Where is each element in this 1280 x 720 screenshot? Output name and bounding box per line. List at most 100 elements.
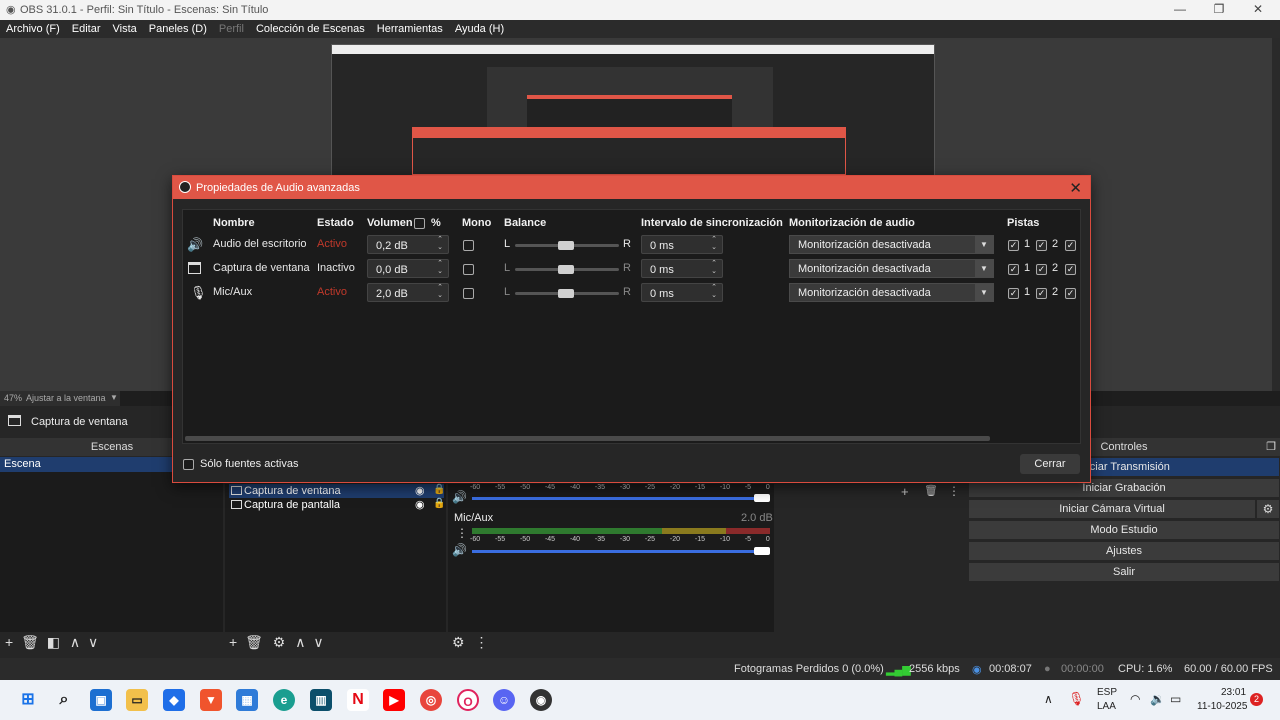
menu-editar[interactable]: Editar — [72, 23, 101, 35]
lock-icon[interactable]: 🔒 — [433, 498, 445, 509]
app-icon[interactable]: ▥ — [310, 689, 332, 711]
balance-knob[interactable] — [558, 289, 574, 298]
track2-checkbox[interactable]: ✓ — [1036, 288, 1047, 299]
wifi-icon[interactable]: ◠ — [1130, 692, 1140, 706]
search-icon[interactable]: ⌕ — [53, 689, 75, 711]
opera-icon[interactable]: O — [457, 689, 479, 711]
youtube-icon[interactable]: ▶ — [383, 689, 405, 711]
dropbox-icon[interactable]: ◆ — [163, 689, 185, 711]
more-icon[interactable]: ⋮ — [474, 634, 488, 650]
notification-badge[interactable]: 2 — [1250, 693, 1263, 706]
start-virtual-camera-button[interactable]: Iniciar Cámara Virtual — [969, 500, 1255, 518]
horizontal-scrollbar[interactable] — [185, 436, 990, 441]
volume-knob[interactable] — [754, 547, 770, 555]
close-window-button[interactable]: ✕ — [1243, 2, 1273, 16]
eye-icon[interactable]: ◉ — [415, 484, 425, 497]
move-up-icon[interactable]: ∧ — [70, 634, 80, 650]
source-item[interactable]: Captura de pantalla ◉ 🔒 — [229, 498, 445, 512]
lock-icon[interactable]: 🔒 — [433, 484, 445, 495]
track2-checkbox[interactable]: ✓ — [1036, 264, 1047, 275]
obs-taskbar-icon[interactable]: ◉ — [530, 689, 552, 711]
store-icon[interactable]: ▦ — [236, 689, 258, 711]
volume-percent-checkbox[interactable] — [414, 218, 425, 229]
gear-icon[interactable]: ⚙ — [1257, 500, 1279, 518]
trash-icon[interactable]: 🗑 — [21, 634, 39, 650]
undock-icon[interactable]: ❐ — [1266, 438, 1276, 456]
menu-ayuda[interactable]: Ayuda (H) — [455, 23, 504, 35]
move-down-icon[interactable]: ∨ — [313, 634, 323, 650]
windows-start-icon[interactable]: ⊞ — [17, 689, 39, 711]
trash-icon[interactable]: 🗑 — [924, 484, 938, 497]
volume-slider[interactable] — [472, 497, 762, 500]
filter-icon[interactable]: ◧ — [47, 634, 60, 650]
source-item-selected[interactable]: Captura de ventana ◉ 🔒 — [229, 484, 445, 498]
add-icon[interactable]: + — [5, 634, 13, 650]
more-icon[interactable]: ⋮ — [456, 526, 468, 540]
file-explorer-icon[interactable]: ▭ — [126, 689, 148, 711]
lang-layout[interactable]: LAA — [1097, 701, 1116, 712]
gear-icon[interactable]: ⚙ — [273, 634, 286, 650]
balance-knob[interactable] — [558, 241, 574, 250]
maximize-button[interactable]: ❐ — [1204, 2, 1234, 16]
volume-spinbox[interactable]: 2,0 dB ⌃ ⌄ — [367, 283, 449, 302]
volume-spinbox[interactable]: 0,2 dB ⌃ ⌄ — [367, 235, 449, 254]
volume-spinbox[interactable]: 0,0 dB ⌃ ⌄ — [367, 259, 449, 278]
monitoring-dropdown[interactable]: Monitorización desactivada ▼ — [789, 235, 994, 254]
active-only-checkbox[interactable] — [183, 459, 194, 470]
menu-perfil[interactable]: Perfil — [219, 23, 244, 35]
move-up-icon[interactable]: ∧ — [295, 634, 305, 650]
zoom-selector[interactable]: 47% Ajustar a la ventana ▼ — [0, 391, 120, 406]
track3-checkbox[interactable]: ✓ — [1065, 288, 1076, 299]
gear-icon[interactable]: ⚙ — [452, 634, 465, 650]
balance-knob[interactable] — [558, 265, 574, 274]
settings-button[interactable]: Ajustes — [969, 542, 1279, 560]
mono-checkbox[interactable] — [463, 240, 474, 251]
track1-checkbox[interactable]: ✓ — [1008, 264, 1019, 275]
track1-checkbox[interactable]: ✓ — [1008, 288, 1019, 299]
monitoring-dropdown[interactable]: Monitorización desactivada ▼ — [789, 283, 994, 302]
widgets-icon[interactable]: ▣ — [90, 689, 112, 711]
edge-icon[interactable]: e — [273, 689, 295, 711]
chrome-icon[interactable]: ◎ — [420, 689, 442, 711]
track3-checkbox[interactable]: ✓ — [1065, 264, 1076, 275]
discord-icon[interactable]: ☺ — [493, 689, 515, 711]
more-icon[interactable]: ⋮ — [948, 484, 960, 498]
add-icon[interactable]: + — [901, 484, 909, 499]
mono-checkbox[interactable] — [463, 288, 474, 299]
track1-checkbox[interactable]: ✓ — [1008, 240, 1019, 251]
lang-code[interactable]: ESP — [1097, 687, 1117, 698]
menu-herramientas[interactable]: Herramientas — [377, 23, 443, 35]
close-icon[interactable]: ✕ — [1069, 179, 1082, 197]
menu-paneles[interactable]: Paneles (D) — [149, 23, 207, 35]
volume-slider[interactable] — [472, 550, 762, 553]
mono-checkbox[interactable] — [463, 264, 474, 275]
netflix-icon[interactable]: N — [347, 689, 369, 711]
track2-checkbox[interactable]: ✓ — [1036, 240, 1047, 251]
battery-icon[interactable]: ▭ — [1170, 692, 1181, 706]
menu-vista[interactable]: Vista — [113, 23, 137, 35]
volume-icon[interactable]: 🔉 — [1150, 692, 1165, 706]
brave-icon[interactable]: ▼ — [200, 689, 222, 711]
close-dialog-button[interactable]: Cerrar — [1020, 454, 1080, 474]
eye-icon[interactable]: ◉ — [415, 498, 425, 511]
speaker-icon[interactable]: 🔊 — [452, 490, 467, 504]
speaker-icon[interactable]: 🔊 — [452, 543, 467, 557]
menu-archivo[interactable]: Archivo (F) — [6, 23, 60, 35]
exit-button[interactable]: Salir — [969, 563, 1279, 581]
volume-knob[interactable] — [754, 494, 770, 502]
microphone-icon[interactable]: 🎙 — [1068, 691, 1085, 707]
trash-icon[interactable]: 🗑 — [245, 634, 263, 650]
monitoring-dropdown[interactable]: Monitorización desactivada ▼ — [789, 259, 994, 278]
add-icon[interactable]: + — [229, 634, 237, 650]
sync-offset-spinbox[interactable]: 0 ms ⌃ ⌄ — [641, 235, 723, 254]
sync-offset-spinbox[interactable]: 0 ms ⌃ ⌄ — [641, 259, 723, 278]
move-down-icon[interactable]: ∨ — [88, 634, 98, 650]
sync-offset-spinbox[interactable]: 0 ms ⌃ ⌄ — [641, 283, 723, 302]
track3-checkbox[interactable]: ✓ — [1065, 240, 1076, 251]
clock-time[interactable]: 23:01 — [1221, 687, 1246, 698]
chevron-up-icon[interactable]: ∧ — [1044, 692, 1053, 706]
menu-coleccion[interactable]: Colección de Escenas — [256, 23, 365, 35]
minimize-button[interactable]: — — [1165, 2, 1195, 16]
clock-date[interactable]: 11-10-2025 — [1197, 701, 1247, 712]
studio-mode-button[interactable]: Modo Estudio — [969, 521, 1279, 539]
